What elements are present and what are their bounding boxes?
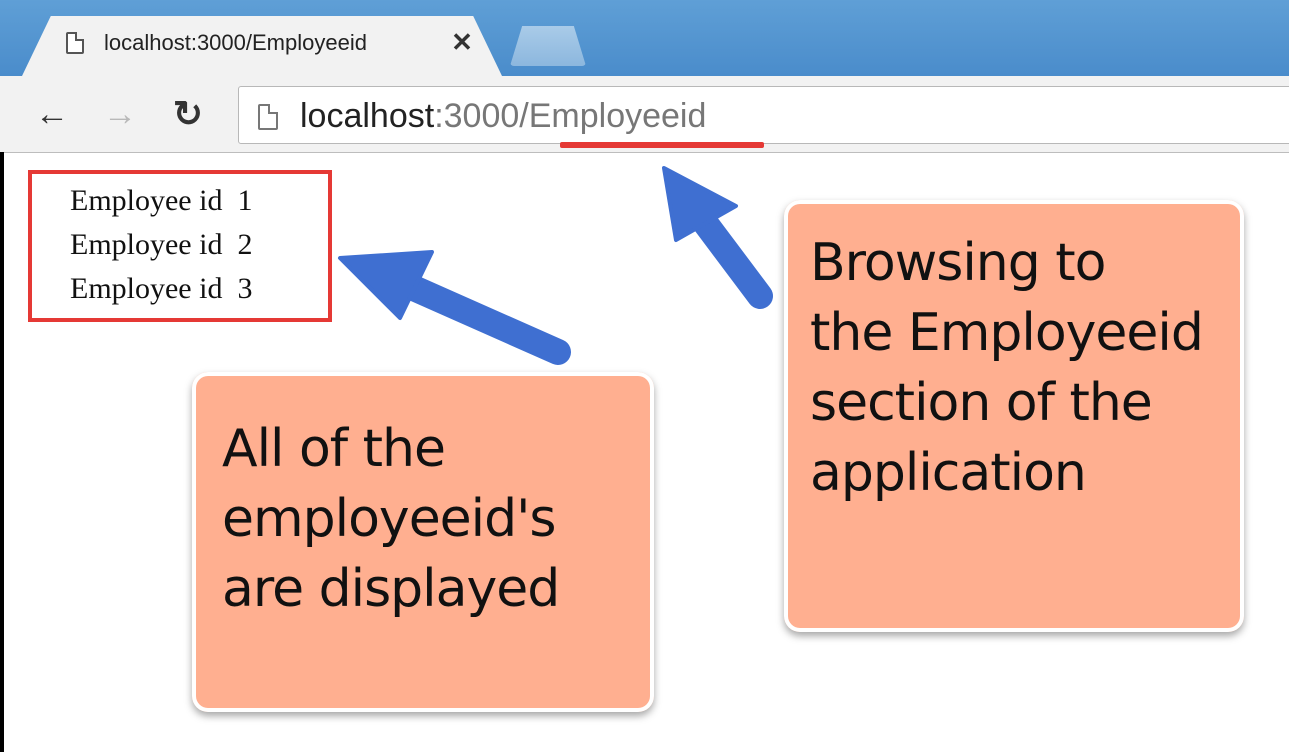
arrow-to-url [662, 166, 773, 309]
callout-employee-list: All of the employeeid's are displayed [192, 372, 654, 712]
callout-text: All of the employeeid's are displayed [222, 419, 560, 619]
callout-url: Browsing to the Employeeid section of th… [784, 200, 1244, 632]
arrow-to-list [338, 250, 571, 365]
callout-text: Browsing to the Employeeid section of th… [810, 233, 1204, 503]
